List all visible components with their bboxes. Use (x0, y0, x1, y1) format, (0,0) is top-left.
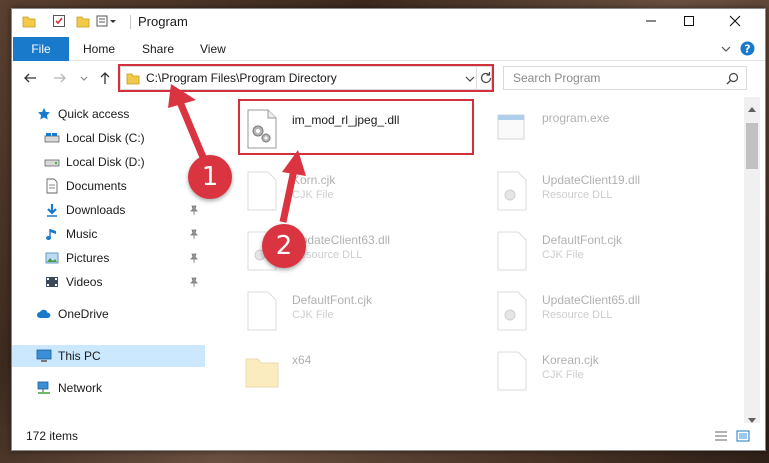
callout-arrows (168, 84, 306, 223)
callout-1: 1 (188, 155, 232, 199)
arrow-2 (279, 150, 306, 223)
arrow-1 (168, 84, 209, 164)
callout-2: 2 (262, 224, 306, 268)
